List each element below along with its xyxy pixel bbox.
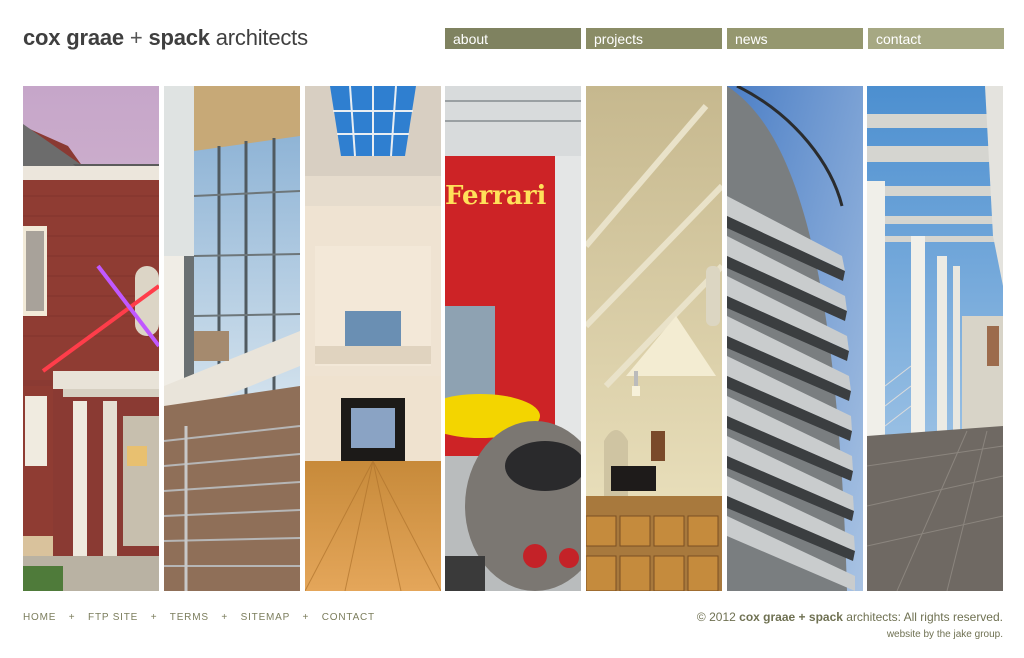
copyright-brand-spack: spack	[808, 610, 843, 624]
copyright-prefix: © 2012	[696, 610, 736, 624]
copyright-plus: +	[798, 610, 806, 624]
glass-atrium-image	[164, 86, 300, 591]
footer-link-terms[interactable]: TERMS	[170, 612, 209, 623]
footer-separator: +	[150, 612, 158, 623]
panel-chapel-interior[interactable]	[586, 86, 722, 591]
panel-glass-atrium[interactable]	[164, 86, 300, 591]
logo-part-architects: architects	[215, 25, 308, 50]
footer-link-home[interactable]: HOME	[23, 612, 56, 623]
logo-plus: +	[129, 25, 143, 50]
panel-skylight-hall[interactable]	[305, 86, 441, 591]
footer-link-sitemap[interactable]: SITEMAP	[241, 612, 290, 623]
nav-projects[interactable]: projects	[586, 28, 722, 49]
brick-building-image	[23, 86, 159, 591]
site-logo[interactable]: cox graae + spack architects	[23, 25, 308, 51]
footer-separator: +	[221, 612, 229, 623]
footer-link-contact[interactable]: CONTACT	[322, 612, 375, 623]
site-credit-link[interactable]: website by the jake group.	[887, 629, 1003, 640]
logo-part-spack: spack	[148, 25, 210, 50]
copyright-notice: © 2012 cox graae + spack architects: All…	[697, 610, 1003, 624]
copyright-brand-cox-graae: cox graae	[739, 610, 796, 624]
panel-colonnade[interactable]	[867, 86, 1003, 591]
copyright-suffix: architects: All rights reserved.	[846, 610, 1003, 624]
nav-news[interactable]: news	[727, 28, 863, 49]
panel-brick-building[interactable]	[23, 86, 159, 591]
panel-louvered-facade[interactable]	[727, 86, 863, 591]
panel-ferrari-showroom[interactable]: Ferrari	[445, 86, 581, 591]
nav-about[interactable]: about	[445, 28, 581, 49]
ferrari-showroom-image: Ferrari	[445, 86, 581, 591]
footer-separator: +	[302, 612, 310, 623]
chapel-interior-image	[586, 86, 722, 591]
footer-separator: +	[68, 612, 76, 623]
skylight-hall-image	[305, 86, 441, 591]
footer-nav: HOME + FTP SITE + TERMS + SITEMAP + CONT…	[23, 612, 375, 623]
louvered-facade-image	[727, 86, 863, 591]
colonnade-image	[867, 86, 1003, 591]
footer-link-ftp-site[interactable]: FTP SITE	[88, 612, 138, 623]
nav-contact[interactable]: contact	[868, 28, 1004, 49]
ferrari-sign-text: Ferrari	[445, 181, 547, 211]
logo-part-cox-graae: cox graae	[23, 25, 124, 50]
